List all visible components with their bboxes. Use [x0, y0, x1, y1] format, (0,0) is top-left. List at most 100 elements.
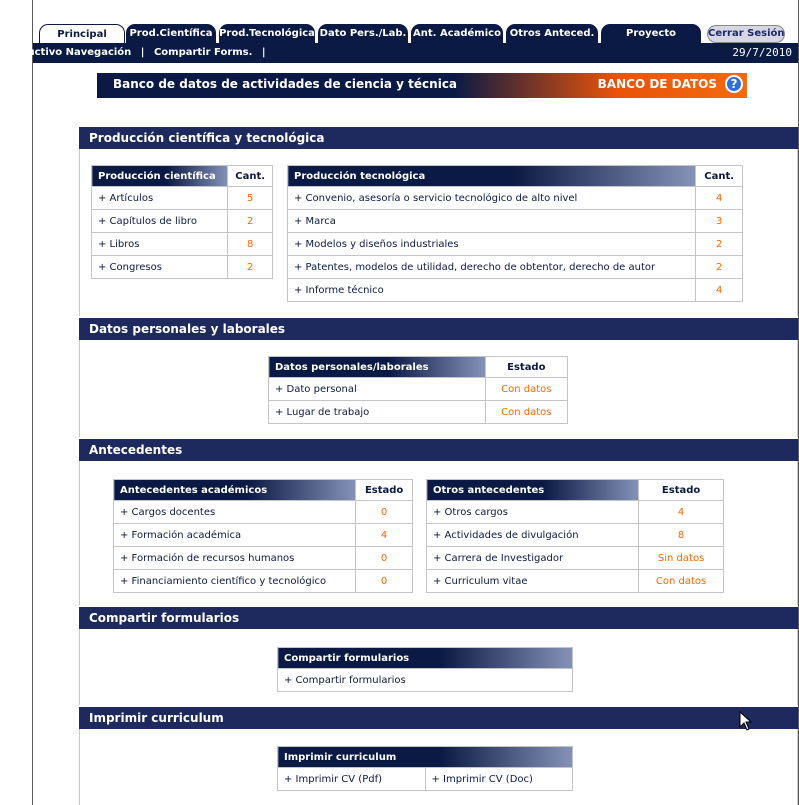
help-icon[interactable]: ? — [725, 75, 743, 93]
prod-tecnologica-link[interactable]: + Marca — [294, 216, 336, 227]
datos-personales-link[interactable]: + Dato personal — [275, 384, 357, 395]
section-imprimir-title: Imprimir curriculum — [89, 711, 224, 725]
otros-ant-link[interactable]: + Actividades de divulgación — [433, 530, 579, 541]
imprimir-header: Imprimir curriculum — [277, 746, 573, 768]
prod-cientifica-header: Producción científica — [91, 165, 228, 187]
page-frame: Principal Prod.Científica Prod.Tecnológi… — [1, 0, 799, 805]
tab-dato-pers-lab[interactable]: Dato Pers./Lab. — [318, 24, 408, 44]
count-value: 4 — [695, 186, 743, 210]
tab-prod-tecnologica[interactable]: Prod.Tecnológica — [219, 24, 315, 44]
section-antecedentes-title: Antecedentes — [89, 443, 183, 457]
datos-personales-link[interactable]: + Lugar de trabajo — [275, 407, 369, 418]
otros-ant-link[interactable]: + Curriculum vitae — [433, 576, 527, 587]
status-value: 4 — [638, 500, 724, 524]
table-row: + Imprimir CV (Pdf) + Imprimir CV (Doc) — [277, 767, 573, 791]
table-row: + Carrera de Investigador Sin datos — [426, 546, 724, 570]
table-row: + Marca 3 — [287, 209, 743, 233]
status-value: 0 — [355, 500, 413, 524]
nav-separator-2: | — [261, 47, 266, 58]
otros-ant-link[interactable]: + Otros cargos — [433, 507, 508, 518]
prod-tecnologica-col: Cant. — [695, 165, 743, 187]
table-row: + Lugar de trabajo Con datos — [268, 400, 568, 424]
imprimir-doc-link[interactable]: + Imprimir CV (Doc) — [432, 774, 533, 785]
banner-brand: BANCO DE DATOS — [597, 77, 717, 91]
count-value: 5 — [227, 186, 273, 210]
status-value: Con datos — [484, 400, 568, 424]
status-value: 0 — [355, 569, 413, 593]
status-value: Con datos — [638, 569, 724, 593]
ant-academicos-header: Antecedentes académicos — [113, 479, 356, 501]
otros-ant-header: Otros antecedentes — [426, 479, 639, 501]
logout-button[interactable]: Cerrar Sesión — [707, 25, 785, 43]
count-value: 4 — [695, 278, 743, 302]
otros-ant-link[interactable]: + Carrera de Investigador — [433, 553, 563, 564]
prod-cientifica-link[interactable]: + Capítulos de libro — [98, 216, 197, 227]
section-datos: Datos personales y laborales — [79, 318, 798, 340]
table-row: + Modelos y diseños industriales 2 — [287, 232, 743, 256]
compartir-forms-link[interactable]: Compartir Forms. — [154, 47, 253, 58]
tab-principal[interactable]: Principal — [39, 24, 125, 45]
count-value: 2 — [227, 209, 273, 233]
tab-prod-cientifica[interactable]: Prod.Científica — [126, 24, 216, 44]
table-row: + Dato personal Con datos — [268, 377, 568, 401]
tab-proyecto[interactable]: Proyecto — [601, 24, 701, 44]
table-row: + Formación académica 4 — [113, 523, 413, 547]
banner-title: Banco de datos de actividades de ciencia… — [113, 77, 458, 91]
datos-personales-col: Estado — [484, 356, 568, 378]
instructivo-link[interactable]: Instructivo Navegación — [1, 47, 131, 58]
prod-cientifica-link[interactable]: + Congresos — [98, 262, 162, 273]
count-value: 8 — [227, 232, 273, 256]
prod-tecnologica-link[interactable]: + Modelos y diseños industriales — [294, 239, 459, 250]
ant-academicos-col: Estado — [355, 479, 413, 501]
table-row: + Libros 8 — [91, 232, 273, 256]
tab-otros-anteced[interactable]: Otros Anteced. — [506, 24, 598, 44]
date-label: 29/7/2010 — [732, 46, 792, 59]
table-row: + Informe técnico 4 — [287, 278, 743, 302]
table-row: + Otros cargos 4 — [426, 500, 724, 524]
table-row: + Congresos 2 — [91, 255, 273, 279]
status-value: Sin datos — [638, 546, 724, 570]
table-row: + Curriculum vitae Con datos — [426, 569, 724, 593]
tab-ant-academico[interactable]: Ant. Académico — [411, 24, 503, 44]
prod-tecnologica-link[interactable]: + Patentes, modelos de utilidad, derecho… — [294, 262, 655, 273]
table-row: + Patentes, modelos de utilidad, derecho… — [287, 255, 743, 279]
prod-tecnologica-link[interactable]: + Informe técnico — [294, 285, 384, 296]
compartir-header: Compartir formularios — [277, 647, 573, 669]
count-value: 2 — [695, 232, 743, 256]
section-compartir: Compartir formularios — [79, 607, 798, 629]
status-value: Con datos — [484, 377, 568, 401]
section-imprimir: Imprimir curriculum — [79, 707, 798, 729]
table-row: + Actividades de divulgación 8 — [426, 523, 724, 547]
ant-academicos-link[interactable]: + Cargos docentes — [120, 507, 215, 518]
otros-ant-col: Estado — [638, 479, 724, 501]
imprimir-pdf-link[interactable]: + Imprimir CV (Pdf) — [284, 774, 382, 785]
section-produccion: Producción científica y tecnológica — [79, 127, 798, 149]
datos-personales-header: Datos personales/laborales — [268, 356, 486, 378]
table-row: + Formación de recursos humanos 0 — [113, 546, 413, 570]
table-row: + Cargos docentes 0 — [113, 500, 413, 524]
ant-academicos-link[interactable]: + Formación de recursos humanos — [120, 553, 294, 564]
table-row: + Capítulos de libro 2 — [91, 209, 273, 233]
prod-cientifica-link[interactable]: + Libros — [98, 239, 139, 250]
prod-tecnologica-link[interactable]: + Convenio, asesoría o servicio tecnológ… — [294, 193, 577, 204]
ant-academicos-table: Antecedentes académicos Estado + Cargos d… — [113, 479, 413, 593]
section-antecedentes: Antecedentes — [79, 439, 798, 461]
table-row: + Financiamiento científico y tecnológic… — [113, 569, 413, 593]
mouse-cursor-icon — [739, 711, 753, 731]
otros-ant-table: Otros antecedentes Estado + Otros cargos 4… — [426, 479, 724, 593]
section-datos-title: Datos personales y laborales — [89, 322, 286, 336]
count-value: 2 — [227, 255, 273, 279]
count-value: 2 — [695, 255, 743, 279]
imprimir-table: Imprimir curriculum + Imprimir CV (Pdf) … — [277, 746, 573, 791]
ant-academicos-link[interactable]: + Financiamiento científico y tecnológic… — [120, 576, 326, 587]
status-value: 0 — [355, 546, 413, 570]
prod-cientifica-link[interactable]: + Artículos — [98, 193, 153, 204]
prod-cientifica-col: Cant. — [227, 165, 273, 187]
table-row: + Convenio, asesoría o servicio tecnológ… — [287, 186, 743, 210]
prod-tecnologica-table: Producción tecnológica Cant. + Convenio, … — [287, 165, 743, 302]
ant-academicos-link[interactable]: + Formación académica — [120, 530, 241, 541]
table-row: + Artículos 5 — [91, 186, 273, 210]
section-produccion-title: Producción científica y tecnológica — [89, 131, 325, 145]
banner: Banco de datos de actividades de ciencia… — [97, 73, 747, 98]
compartir-link[interactable]: + Compartir formularios — [284, 675, 406, 686]
